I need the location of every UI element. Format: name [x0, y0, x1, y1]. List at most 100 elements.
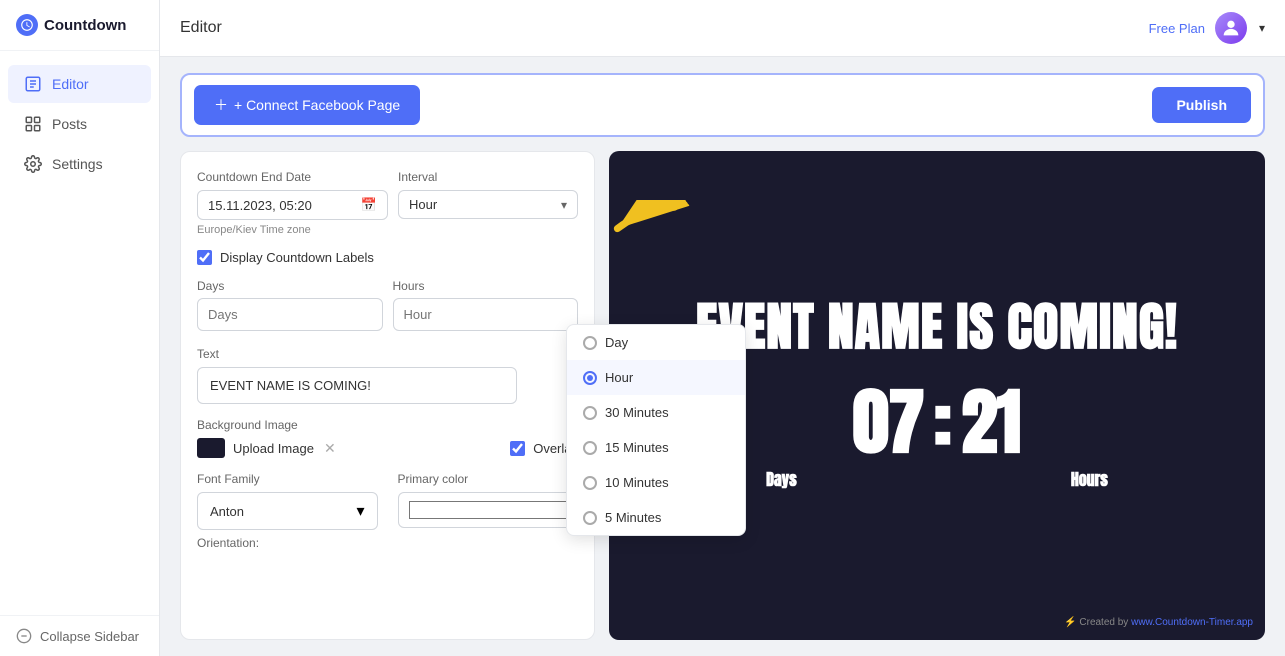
font-column: Font Family Anton ▾ — [197, 472, 378, 530]
sidebar-item-posts-label: Posts — [52, 116, 87, 132]
content-area: ＋ + Connect Facebook Page Publish Countd… — [160, 57, 1285, 656]
chevron-down-icon[interactable]: ▾ — [1259, 21, 1265, 35]
color-column: Primary color — [398, 472, 579, 528]
radio-5min — [583, 511, 597, 525]
font-value: Anton — [210, 504, 244, 519]
interval-select[interactable]: Hour ▾ — [398, 190, 578, 219]
hours-label: Hours — [393, 279, 579, 293]
bg-image-section: Background Image Upload Image ✕ Overlay — [197, 418, 578, 458]
collapse-icon — [16, 628, 32, 644]
text-label: Text — [197, 347, 578, 361]
dropdown-item-10min[interactable]: 10 Minutes — [567, 465, 745, 500]
option-hour: Hour — [605, 370, 633, 385]
font-color-row: Font Family Anton ▾ Primary color — [197, 472, 578, 530]
display-labels-label: Display Countdown Labels — [220, 250, 374, 265]
preview-event-name: EVENT NAME IS COMING! — [696, 299, 1178, 356]
date-column: Countdown End Date 15.11.2023, 05:20 📅 E… — [197, 170, 388, 236]
orientation-label: Orientation: — [197, 536, 259, 550]
date-value: 15.11.2023, 05:20 — [208, 198, 312, 213]
avatar — [1215, 12, 1247, 44]
dropdown-item-hour[interactable]: Hour — [567, 360, 745, 395]
connect-facebook-button[interactable]: ＋ + Connect Facebook Page — [194, 85, 420, 125]
logo: Countdown — [0, 0, 159, 51]
publish-button[interactable]: Publish — [1152, 87, 1251, 123]
watermark-link[interactable]: www.Countdown-Timer.app — [1131, 617, 1253, 628]
option-5min: 5 Minutes — [605, 510, 661, 525]
hours-column: Hours — [393, 279, 579, 331]
interval-column: Interval Hour ▾ — [398, 170, 578, 219]
color-input-wrap[interactable] — [398, 492, 579, 528]
sidebar-item-editor-label: Editor — [52, 76, 89, 92]
plan-badge: Free Plan — [1149, 21, 1205, 36]
date-label: Countdown End Date — [197, 170, 388, 184]
dropdown-item-15min[interactable]: 15 Minutes — [567, 430, 745, 465]
sidebar: Countdown Editor Posts Settings Collapse… — [0, 0, 160, 656]
bg-row: Upload Image ✕ Overlay — [197, 438, 578, 458]
overlay-checkbox[interactable] — [510, 441, 525, 456]
app-name: Countdown — [44, 17, 126, 34]
sidebar-item-posts[interactable]: Posts — [8, 105, 151, 143]
font-chevron: ▾ — [356, 501, 364, 521]
display-labels-checkbox[interactable] — [197, 250, 212, 265]
collapse-sidebar[interactable]: Collapse Sidebar — [0, 615, 159, 656]
font-select[interactable]: Anton ▾ — [197, 492, 378, 530]
days-input[interactable] — [197, 298, 383, 331]
interval-dropdown: Day Hour 30 Minutes 15 Minutes — [566, 324, 746, 536]
sidebar-item-settings[interactable]: Settings — [8, 145, 151, 183]
gear-icon — [24, 155, 42, 173]
collapse-label: Collapse Sidebar — [40, 629, 139, 644]
grid-icon — [24, 115, 42, 133]
font-label: Font Family — [197, 472, 378, 486]
main-content: Editor Free Plan ▾ ＋ + Connect Facebook … — [160, 0, 1285, 656]
radio-hour — [583, 371, 597, 385]
timezone-text: Europe/Kiev Time zone — [197, 224, 388, 236]
option-15min: 15 Minutes — [605, 440, 669, 455]
date-input-wrap[interactable]: 15.11.2023, 05:20 📅 — [197, 190, 388, 220]
option-10min: 10 Minutes — [605, 475, 669, 490]
radio-10min — [583, 476, 597, 490]
page-title: Editor — [180, 19, 222, 37]
bg-left: Upload Image ✕ — [197, 438, 336, 458]
radio-15min — [583, 441, 597, 455]
upload-label[interactable]: Upload Image — [233, 441, 314, 456]
dropdown-item-30min[interactable]: 30 Minutes — [567, 395, 745, 430]
logo-icon — [16, 14, 38, 36]
preview-hours-number: 21 — [962, 386, 1021, 458]
text-input[interactable] — [197, 367, 517, 404]
header-right: Free Plan ▾ — [1149, 12, 1265, 44]
hours-input[interactable] — [393, 298, 579, 331]
orientation-row: Orientation: — [197, 534, 578, 552]
preview-countdown: 07 : 21 — [853, 386, 1021, 458]
dropdown-item-day[interactable]: Day — [567, 325, 745, 360]
primary-color-label: Primary color — [398, 472, 579, 486]
preview-watermark: ⚡ Created by www.Countdown-Timer.app — [1064, 617, 1253, 628]
editor-body: Countdown End Date 15.11.2023, 05:20 📅 E… — [180, 151, 1265, 640]
remove-icon[interactable]: ✕ — [324, 440, 336, 457]
time-inputs-row: Days Hours — [197, 279, 578, 331]
option-30min: 30 Minutes — [605, 405, 669, 420]
dropdown-item-5min[interactable]: 5 Minutes — [567, 500, 745, 535]
interval-value: Hour — [409, 197, 437, 212]
color-swatch — [197, 438, 225, 458]
sidebar-nav: Editor Posts Settings — [0, 51, 159, 615]
text-section: Text — [197, 347, 578, 404]
primary-color-input[interactable] — [407, 497, 570, 523]
bg-label: Background Image — [197, 418, 578, 432]
sidebar-item-settings-label: Settings — [52, 156, 103, 172]
sidebar-item-editor[interactable]: Editor — [8, 65, 151, 103]
radio-day — [583, 336, 597, 350]
display-labels-row: Display Countdown Labels — [197, 250, 578, 265]
calendar-icon: 📅 — [361, 197, 377, 213]
preview-colon: : — [934, 386, 951, 458]
edit-icon — [24, 75, 42, 93]
days-column: Days — [197, 279, 383, 331]
interval-chevron: ▾ — [561, 198, 567, 212]
date-interval-row: Countdown End Date 15.11.2023, 05:20 📅 E… — [197, 170, 578, 236]
plus-icon: ＋ — [214, 95, 228, 115]
interval-label: Interval — [398, 170, 578, 184]
top-header: Editor Free Plan ▾ — [160, 0, 1285, 57]
option-day: Day — [605, 335, 628, 350]
preview-days-label: Days — [766, 468, 797, 492]
preview-days-number: 07 — [853, 386, 924, 458]
days-label: Days — [197, 279, 383, 293]
